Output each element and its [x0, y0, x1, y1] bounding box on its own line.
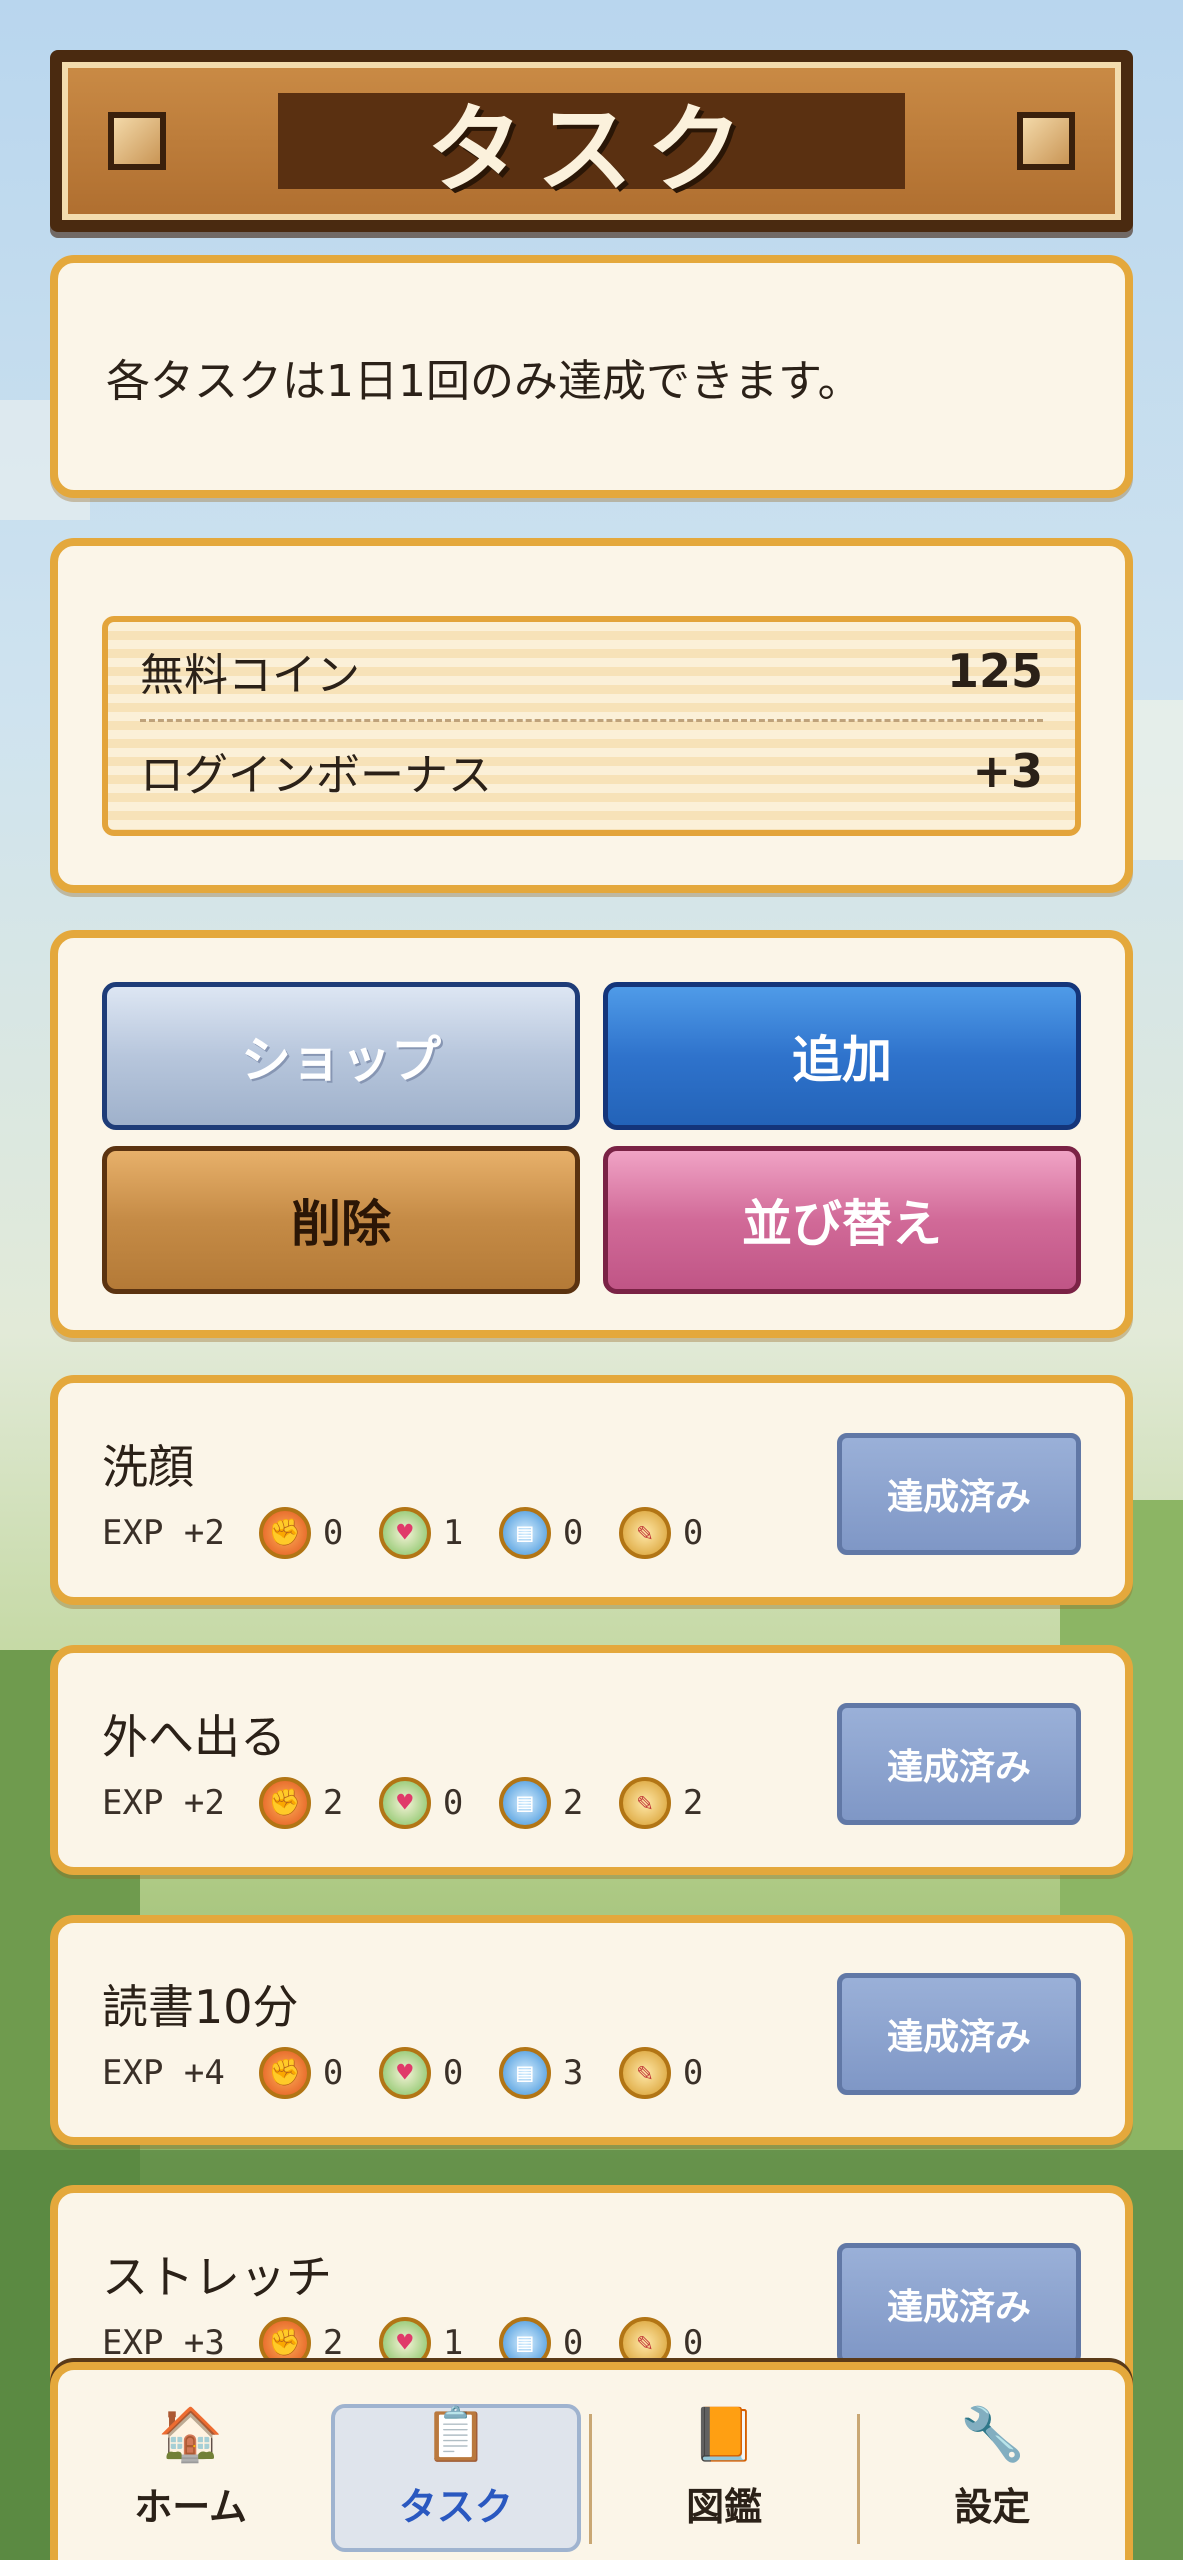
heart-icon: ♥	[378, 2047, 431, 2099]
stat-value: 2	[562, 1783, 584, 1823]
task-card: 外へ出る EXP +2 ✊ 2 ♥ 0 ▤ 2 ✎ 2 達成済み	[50, 1645, 1133, 1875]
login-bonus-value: +3	[972, 743, 1043, 798]
task-title: 外へ出る	[102, 1710, 286, 1764]
delete-button[interactable]: 削除	[102, 1146, 580, 1294]
wrench-gear-icon: 🔧	[960, 2405, 1025, 2465]
rivet-left	[108, 112, 166, 170]
task-stats: EXP +2 ✊ 2 ♥ 0 ▤ 2 ✎ 2	[102, 1777, 739, 1829]
stat-value: 0	[322, 1513, 344, 1553]
task-card: 洗顔 EXP +2 ✊ 0 ♥ 1 ▤ 0 ✎ 0 達成済み	[50, 1375, 1133, 1605]
coin-card: 無料コイン 125 ログインボーナス +3	[50, 538, 1133, 893]
nav-label: タスク	[398, 2484, 513, 2529]
nav-label: ホーム	[134, 2484, 248, 2529]
task-title: ストレッチ	[102, 2250, 332, 2304]
stat-value: 3	[562, 2053, 584, 2093]
exp-value: EXP +2	[102, 1783, 225, 1823]
add-button[interactable]: 追加	[603, 982, 1081, 1130]
notice-card: 各タスクは1日1回のみ達成できます。	[50, 255, 1133, 498]
stat-value: 1	[442, 1513, 464, 1553]
notice-text: 各タスクは1日1回のみ達成できます。	[106, 355, 862, 407]
action-card: ショップ 追加 削除 並び替え	[50, 930, 1133, 1338]
completed-button[interactable]: 達成済み	[837, 1703, 1081, 1825]
completed-button[interactable]: 達成済み	[837, 1433, 1081, 1555]
stat-value: 0	[322, 2053, 344, 2093]
stat-value: 2	[682, 1783, 704, 1823]
fire-fist-icon: ✊	[258, 1507, 311, 1559]
stat-value: 2	[322, 2323, 344, 2363]
palette-icon: ✎	[618, 1777, 671, 1829]
fire-fist-icon: ✊	[258, 1777, 311, 1829]
free-coin-row: 無料コイン 125	[140, 622, 1043, 719]
page-header: タスク	[50, 50, 1133, 232]
stat-value: 0	[442, 2053, 464, 2093]
exp-value: EXP +3	[102, 2323, 225, 2363]
stat-value: 0	[682, 2053, 704, 2093]
stat-value: 0	[682, 1513, 704, 1553]
rivet-right	[1017, 112, 1075, 170]
heart-icon: ♥	[378, 1507, 431, 1559]
stat-value: 0	[562, 2323, 584, 2363]
login-bonus-row: ログインボーナス +3	[140, 722, 1043, 819]
page-title: タスク	[426, 93, 757, 206]
nav-home[interactable]: 🏠 ホーム	[58, 2370, 323, 2560]
task-title: 読書10分	[102, 1980, 299, 2034]
fire-fist-icon: ✊	[258, 2047, 311, 2099]
heart-icon: ♥	[378, 1777, 431, 1829]
nav-settings[interactable]: 🔧 設定	[860, 2370, 1125, 2560]
stat-value: 0	[682, 2323, 704, 2363]
title-plate: タスク	[278, 93, 905, 206]
free-coin-label: 無料コイン	[140, 649, 360, 701]
book-icon: ▤	[498, 1507, 551, 1559]
title-frame: タスク	[62, 62, 1121, 220]
book-icon: ▤	[498, 1777, 551, 1829]
nav-label: 設定	[954, 2484, 1031, 2529]
shop-button[interactable]: ショップ	[102, 982, 580, 1130]
completed-button[interactable]: 達成済み	[837, 1973, 1081, 2095]
task-card: 読書10分 EXP +4 ✊ 0 ♥ 0 ▤ 3 ✎ 0 達成済み	[50, 1915, 1133, 2145]
task-stats: EXP +2 ✊ 0 ♥ 1 ▤ 0 ✎ 0	[102, 1507, 739, 1559]
palette-icon: ✎	[618, 2047, 671, 2099]
completed-button[interactable]: 達成済み	[837, 2243, 1081, 2365]
palette-icon: ✎	[618, 1507, 671, 1559]
clipboard-icon: 📋	[423, 2405, 489, 2465]
exp-value: EXP +2	[102, 1513, 225, 1553]
nav-label: 図鑑	[686, 2484, 763, 2529]
task-title: 洗顔	[102, 1440, 194, 1494]
coin-summary: 無料コイン 125 ログインボーナス +3	[102, 616, 1081, 836]
stat-value: 2	[322, 1783, 344, 1823]
nav-encyclopedia[interactable]: 📙 図鑑	[592, 2370, 857, 2560]
bottom-nav: 🏠 ホーム 📋 タスク 📙 図鑑 🔧 設定	[50, 2362, 1133, 2560]
nav-tasks[interactable]: 📋 タスク	[323, 2370, 588, 2560]
login-bonus-label: ログインボーナス	[140, 749, 492, 801]
sort-button[interactable]: 並び替え	[603, 1146, 1081, 1294]
stat-value: 0	[562, 1513, 584, 1553]
exp-value: EXP +4	[102, 2053, 225, 2093]
book-icon: 📙	[691, 2405, 757, 2465]
free-coin-value: 125	[946, 643, 1043, 698]
stat-value: 1	[442, 2323, 464, 2363]
stat-value: 0	[442, 1783, 464, 1823]
house-icon: 🏠	[158, 2405, 223, 2465]
task-stats: EXP +4 ✊ 0 ♥ 0 ▤ 3 ✎ 0	[102, 2047, 739, 2099]
book-icon: ▤	[498, 2047, 551, 2099]
